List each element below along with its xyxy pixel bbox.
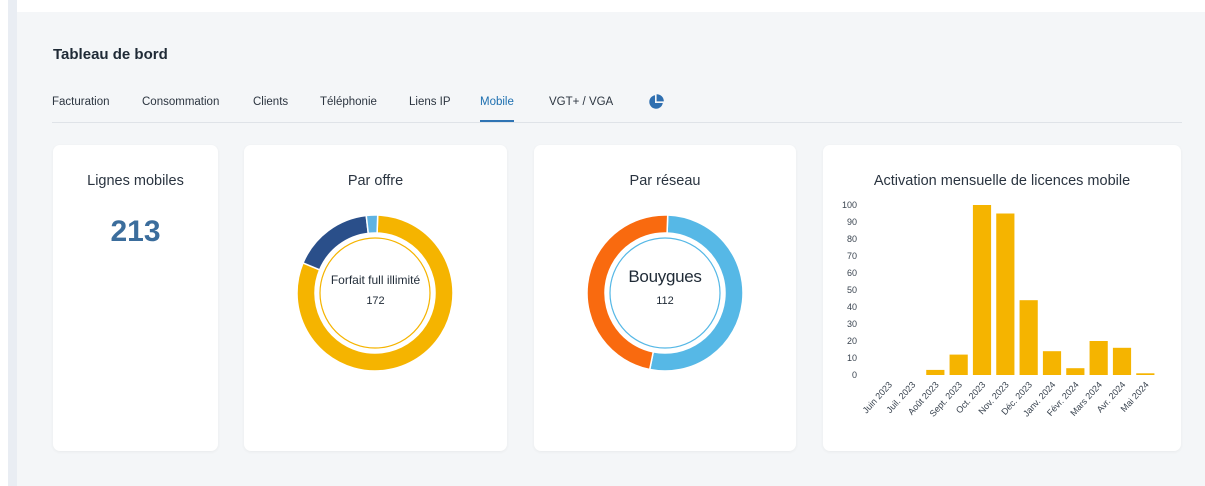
card-title: Par réseau xyxy=(629,173,701,189)
donut-center-value: 172 xyxy=(366,295,385,307)
tab-clients[interactable]: Clients xyxy=(253,92,288,120)
y-tick-label: 40 xyxy=(847,302,857,312)
left-edge xyxy=(0,0,17,486)
page-title: Tableau de bord xyxy=(53,46,168,63)
card-title: Par offre xyxy=(347,173,404,189)
donut-center-label: Forfait full illimité xyxy=(330,273,421,287)
tab-facturation[interactable]: Facturation xyxy=(52,92,110,120)
card-par-reseau: Par réseau Bouygues 112 xyxy=(534,145,796,451)
tab-telephonie[interactable]: Téléphonie xyxy=(320,92,377,120)
activation-bar-chart: 0102030405060708090100Juin 2023Juil. 202… xyxy=(842,200,1155,419)
network-donut-chart[interactable] xyxy=(585,213,745,373)
bar[interactable] xyxy=(1066,368,1085,375)
y-tick-label: 10 xyxy=(847,353,857,363)
offer-inner-ring xyxy=(319,237,431,349)
donut-center-value: 112 xyxy=(656,295,674,307)
offer-slice[interactable] xyxy=(365,214,379,235)
y-tick-label: 50 xyxy=(847,285,857,295)
pie-chart-icon[interactable] xyxy=(648,94,664,110)
bar[interactable] xyxy=(1136,373,1155,375)
bar[interactable] xyxy=(1089,341,1108,375)
tab-divider xyxy=(52,122,1182,123)
y-tick-label: 70 xyxy=(847,251,857,261)
y-tick-label: 0 xyxy=(852,370,857,380)
offer-donut-chart[interactable] xyxy=(295,213,455,373)
bar[interactable] xyxy=(996,213,1015,376)
tab-vgt-vga[interactable]: VGT+ / VGA xyxy=(549,92,613,120)
bar[interactable] xyxy=(972,205,992,375)
tab-consommation[interactable]: Consommation xyxy=(142,92,219,120)
card-title: Lignes mobiles xyxy=(87,173,184,189)
bar[interactable] xyxy=(926,369,945,375)
tab-mobile[interactable]: Mobile xyxy=(480,92,514,122)
y-tick-label: 20 xyxy=(847,336,857,346)
y-tick-label: 60 xyxy=(847,268,857,278)
network-inner-ring xyxy=(609,237,721,349)
bar[interactable] xyxy=(949,354,968,375)
y-tick-label: 90 xyxy=(847,217,857,227)
offer-slice[interactable] xyxy=(302,214,370,271)
bar[interactable] xyxy=(1042,351,1062,375)
donut-center-label: Bouygues xyxy=(628,267,702,286)
tab-liens-ip[interactable]: Liens IP xyxy=(409,92,451,120)
card-activation-mensuelle: Activation mensuelle de licences mobile … xyxy=(823,145,1181,451)
y-tick-label: 80 xyxy=(847,234,857,244)
y-tick-label: 100 xyxy=(842,200,857,210)
card-par-offre: Par offre Forfait full illimité 172 xyxy=(244,145,507,451)
network-slice[interactable] xyxy=(586,214,669,371)
dashboard-panel: Tableau de bord Facturation Consommation… xyxy=(17,12,1205,486)
bar[interactable] xyxy=(1019,300,1038,375)
chart-title: Activation mensuelle de licences mobile xyxy=(873,173,1131,189)
y-tick-label: 30 xyxy=(847,319,857,329)
lignes-mobiles-count: 213 xyxy=(110,215,161,248)
bar[interactable] xyxy=(1112,347,1132,375)
card-lignes-mobiles: Lignes mobiles 213 xyxy=(53,145,218,451)
